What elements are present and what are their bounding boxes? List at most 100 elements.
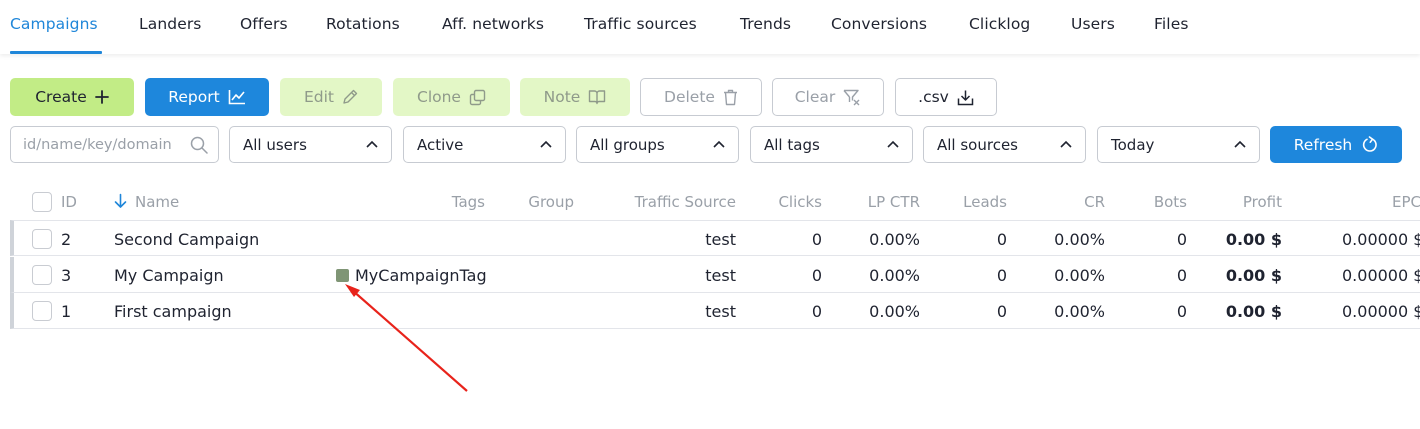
column-header-epc[interactable]: EPC: [1392, 193, 1420, 211]
nav-tab-clicklog[interactable]: Clicklog: [969, 15, 1030, 33]
delete-button[interactable]: Delete: [640, 78, 762, 116]
cell-lp-ctr: 0.00%: [869, 266, 920, 285]
cell-epc: 0.00000 $: [1342, 302, 1420, 321]
annotation-arrow: [345, 284, 468, 392]
copy-icon: [469, 89, 486, 105]
period-filter-value: Today: [1111, 136, 1155, 154]
nav-tab-conversions[interactable]: Conversions: [831, 15, 927, 33]
cell-leads: 0: [996, 302, 1007, 321]
column-header-clicks[interactable]: Clicks: [752, 193, 822, 211]
pencil-icon: [343, 89, 358, 104]
cell-bots: 0: [1176, 230, 1187, 249]
column-header-traffic-source[interactable]: Traffic Source: [596, 193, 736, 211]
sources-filter-value: All sources: [937, 136, 1018, 154]
refresh-button[interactable]: Refresh: [1270, 126, 1402, 163]
clear-button-label: Clear: [794, 88, 836, 106]
campaign-tag[interactable]: MyCampaignTag: [336, 266, 487, 285]
delete-button-label: Delete: [664, 88, 715, 106]
nav-tab-users[interactable]: Users: [1071, 15, 1115, 33]
chevron-up-icon: [1060, 140, 1072, 148]
note-button[interactable]: Note: [520, 78, 630, 116]
edit-button-label: Edit: [303, 88, 335, 106]
top-navigation: Campaigns Landers Offers Rotations Aff. …: [0, 0, 1420, 54]
cell-profit: 0.00 $: [1225, 266, 1282, 285]
nav-tab-trends[interactable]: Trends: [740, 15, 791, 33]
cell-name[interactable]: First campaign: [114, 302, 232, 321]
cell-name[interactable]: My Campaign: [114, 266, 224, 285]
create-button-label: Create: [35, 88, 87, 106]
cell-epc: 0.00000 $: [1342, 266, 1420, 285]
users-filter-value: All users: [243, 136, 307, 154]
period-filter-select[interactable]: Today: [1097, 126, 1260, 163]
row-checkbox[interactable]: [32, 301, 52, 321]
cell-id: 1: [61, 302, 72, 321]
cell-profit: 0.00 $: [1225, 230, 1282, 249]
column-header-name[interactable]: Name: [135, 193, 179, 211]
nav-tab-rotations[interactable]: Rotations: [326, 15, 400, 33]
cell-id: 3: [61, 266, 72, 285]
tags-filter-select[interactable]: All tags: [750, 126, 913, 163]
download-icon: [957, 90, 974, 105]
active-tab-indicator: [10, 51, 102, 54]
status-filter-value: Active: [417, 136, 464, 154]
nav-tab-offers[interactable]: Offers: [240, 15, 288, 33]
select-all-checkbox[interactable]: [32, 192, 52, 212]
cell-clicks: 0: [811, 230, 822, 249]
groups-filter-select[interactable]: All groups: [576, 126, 739, 163]
cell-lp-ctr: 0.00%: [869, 302, 920, 321]
column-header-bots[interactable]: Bots: [1117, 193, 1187, 211]
cell-id: 2: [61, 230, 72, 249]
cell-clicks: 0: [811, 266, 822, 285]
column-header-tags[interactable]: Tags: [405, 193, 485, 211]
column-header-lp-ctr[interactable]: LP CTR: [840, 193, 920, 211]
cell-clicks: 0: [811, 302, 822, 321]
search-input[interactable]: [23, 135, 183, 155]
row-checkbox[interactable]: [32, 265, 52, 285]
trash-icon: [723, 89, 737, 105]
search-box: [10, 126, 219, 163]
tag-color-swatch: [336, 269, 349, 282]
nav-tab-files[interactable]: Files: [1154, 15, 1189, 33]
report-button[interactable]: Report: [145, 78, 269, 116]
column-header-leads[interactable]: Leads: [937, 193, 1007, 211]
sources-filter-select[interactable]: All sources: [923, 126, 1086, 163]
column-header-group[interactable]: Group: [494, 193, 574, 211]
nav-tab-campaigns[interactable]: Campaigns: [10, 15, 98, 33]
users-filter-select[interactable]: All users: [229, 126, 392, 163]
book-icon: [589, 90, 606, 105]
table-row[interactable]: 3 My Campaign MyCampaignTag test 0 0.00%…: [10, 257, 1420, 293]
table-row[interactable]: 2 Second Campaign test 0 0.00% 0 0.00% 0…: [10, 220, 1420, 256]
column-header-profit[interactable]: Profit: [1202, 193, 1282, 211]
refresh-button-label: Refresh: [1293, 135, 1353, 154]
note-button-label: Note: [543, 88, 581, 106]
column-header-id[interactable]: ID: [61, 193, 77, 211]
cell-leads: 0: [996, 266, 1007, 285]
plus-icon: [94, 90, 109, 104]
cell-cr: 0.00%: [1054, 266, 1105, 285]
chart-icon: [228, 90, 245, 105]
clear-button[interactable]: Clear: [772, 78, 884, 116]
clone-button[interactable]: Clone: [393, 78, 510, 116]
nav-tab-aff-networks[interactable]: Aff. networks: [442, 15, 544, 33]
cell-bots: 0: [1176, 302, 1187, 321]
export-csv-button[interactable]: .csv: [895, 78, 997, 116]
column-header-cr[interactable]: CR: [1035, 193, 1105, 211]
cell-epc: 0.00000 $: [1342, 230, 1420, 249]
sort-arrow-down-icon[interactable]: [114, 193, 127, 209]
row-checkbox[interactable]: [32, 229, 52, 249]
create-button[interactable]: Create: [10, 78, 134, 116]
cell-bots: 0: [1176, 266, 1187, 285]
search-icon[interactable]: [190, 136, 208, 154]
report-button-label: Report: [168, 88, 220, 106]
cell-cr: 0.00%: [1054, 302, 1105, 321]
edit-button[interactable]: Edit: [280, 78, 382, 116]
cell-traffic-source: test: [705, 230, 736, 249]
cell-name[interactable]: Second Campaign: [114, 230, 259, 249]
nav-tab-landers[interactable]: Landers: [139, 15, 201, 33]
groups-filter-value: All groups: [590, 136, 665, 154]
status-filter-select[interactable]: Active: [403, 126, 566, 163]
nav-tab-traffic-sources[interactable]: Traffic sources: [584, 15, 697, 33]
clear-filter-icon: [843, 89, 860, 105]
table-row[interactable]: 1 First campaign test 0 0.00% 0 0.00% 0 …: [10, 293, 1420, 329]
cell-profit: 0.00 $: [1225, 302, 1282, 321]
